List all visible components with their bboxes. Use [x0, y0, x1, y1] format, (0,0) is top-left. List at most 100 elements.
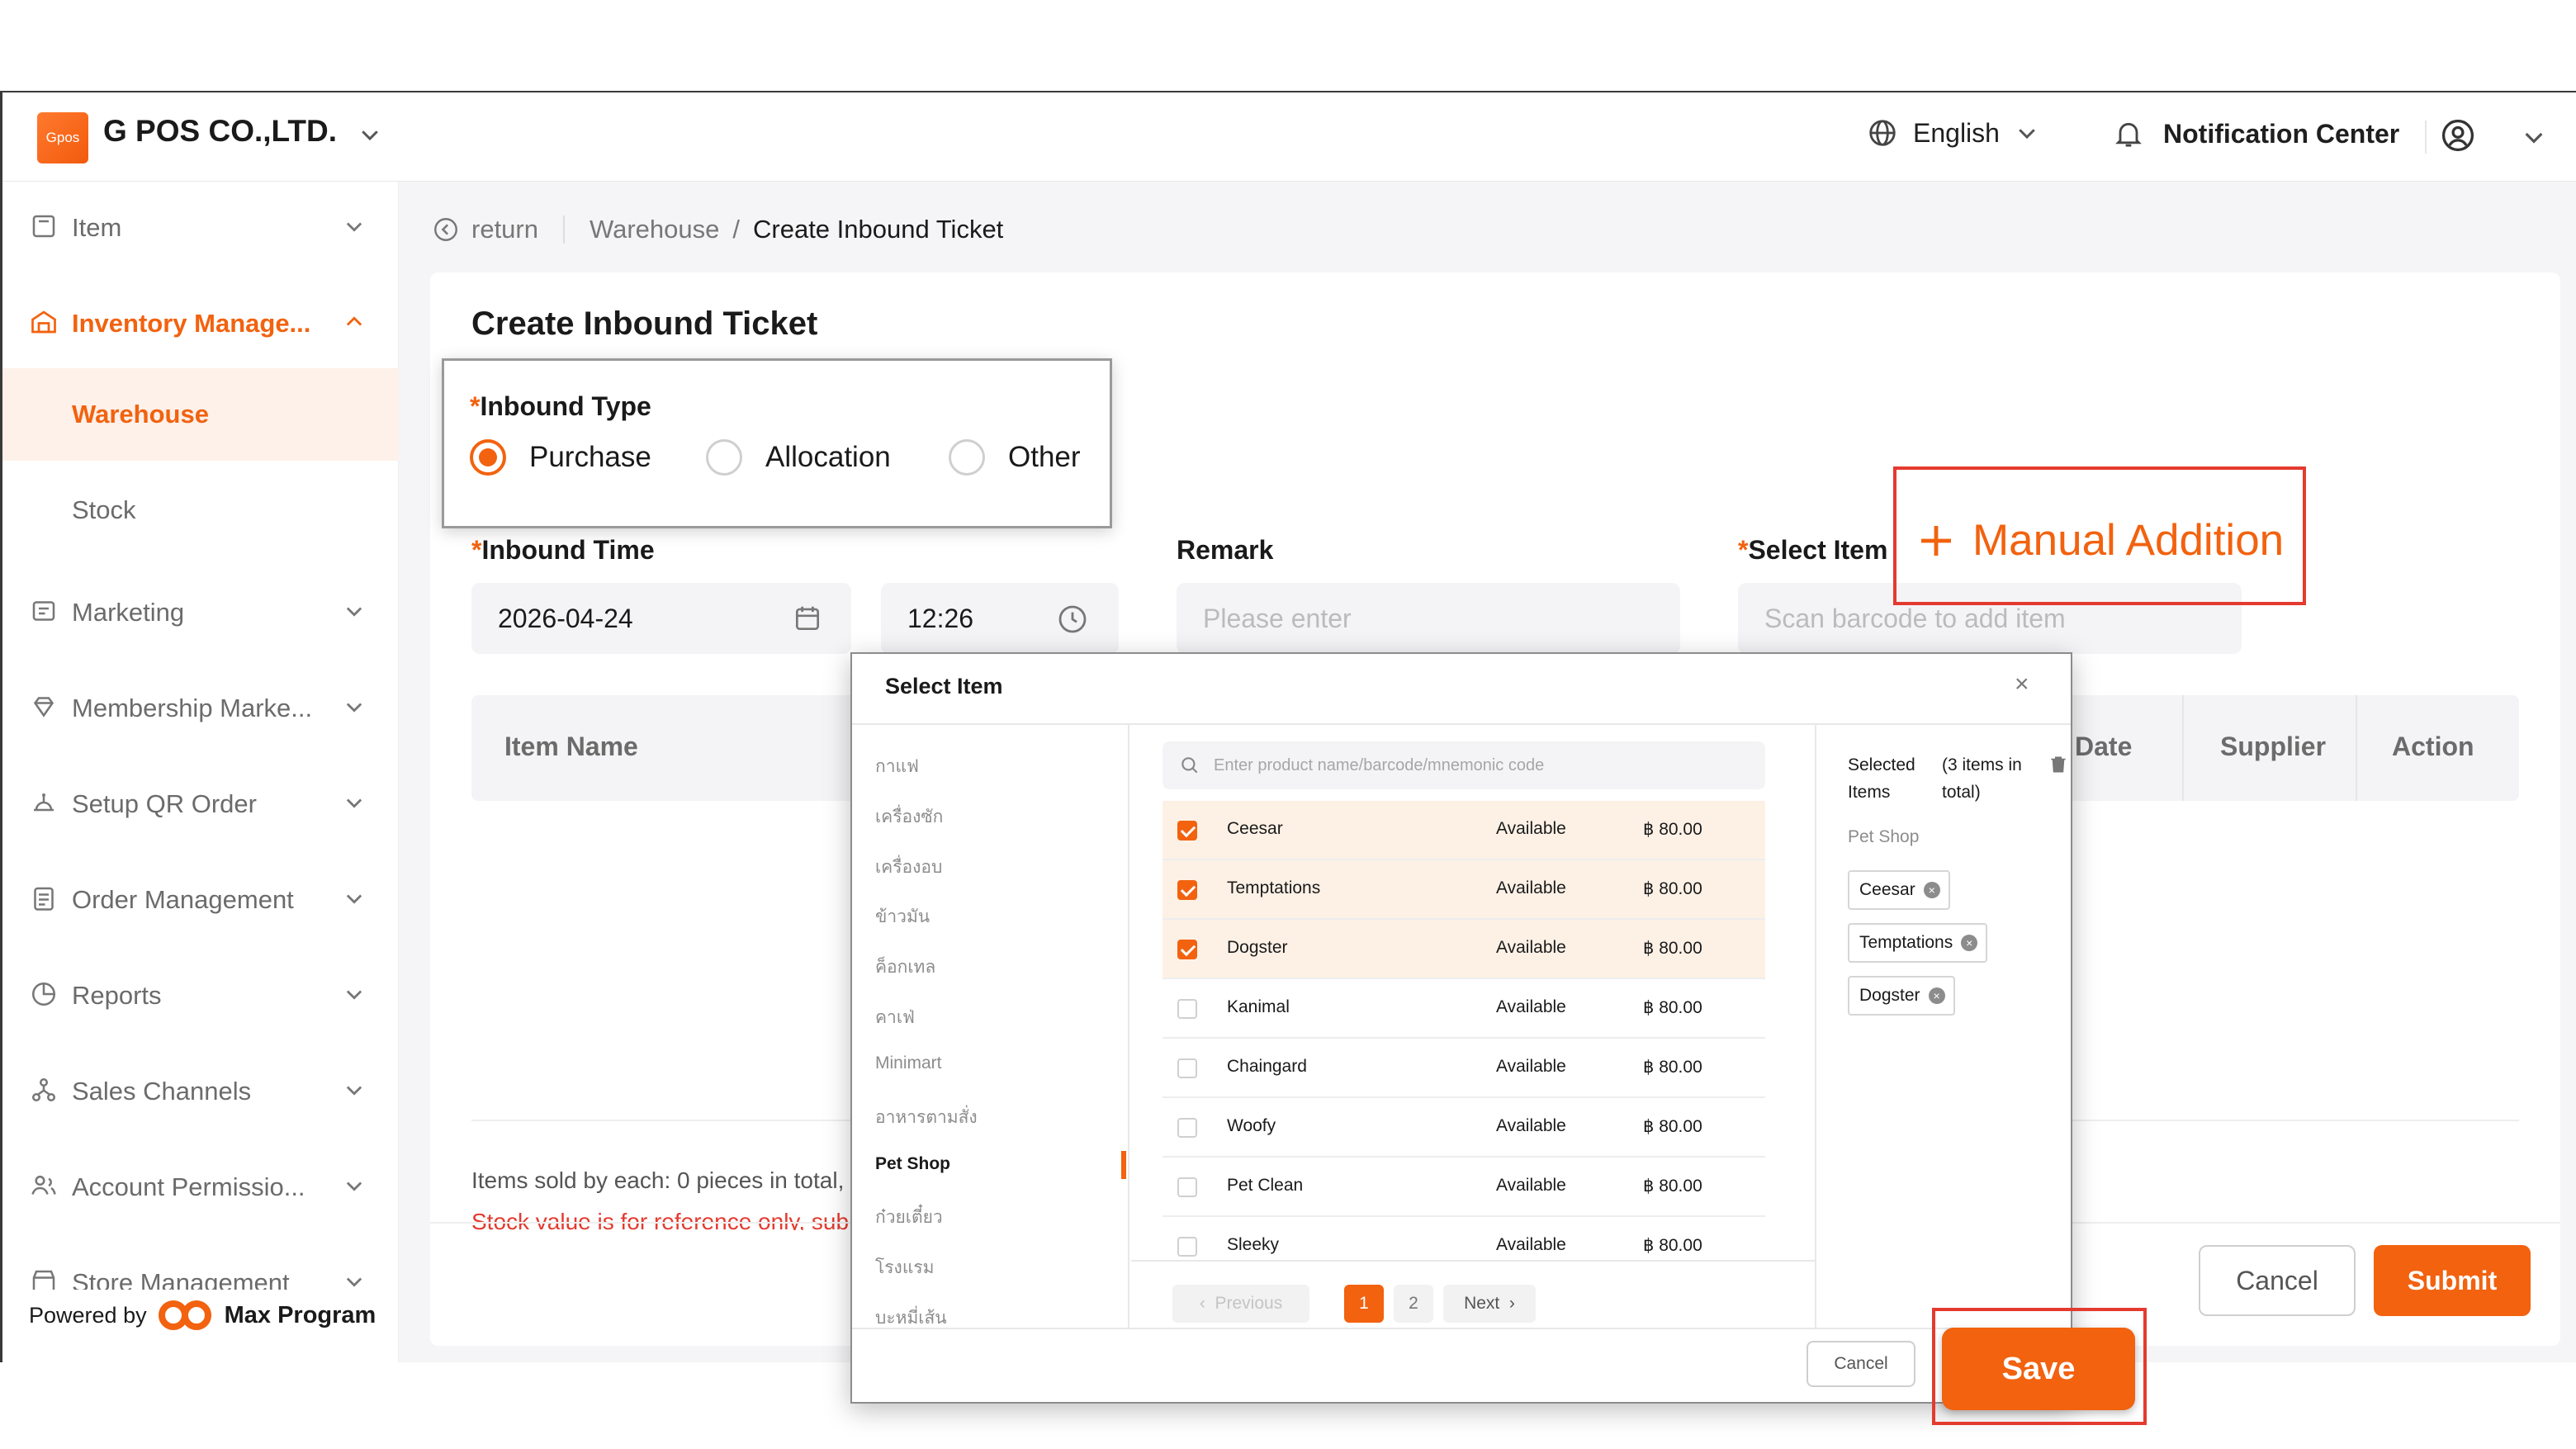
table-row[interactable]: Ceesar Available ฿ 80.00 [1163, 801, 1765, 860]
radio-allocation[interactable]: Allocation [706, 439, 891, 476]
page-title: Create Inbound Ticket [471, 305, 818, 342]
remove-tag-icon[interactable]: × [1928, 987, 1945, 1004]
pagination-page-1[interactable]: 1 [1344, 1285, 1384, 1323]
remark-label: Remark [1177, 535, 1274, 565]
item-price: ฿ 80.00 [1643, 998, 1702, 1017]
item-status: Available [1496, 997, 1566, 1016]
modal-cancel-button[interactable]: Cancel [1807, 1341, 1915, 1387]
pagination-previous[interactable]: ‹ Previous [1172, 1285, 1309, 1323]
category-item[interactable]: ก๋วยเตี๋ยว [875, 1204, 943, 1231]
marketing-icon [32, 601, 55, 621]
company-name[interactable]: G POS CO.,LTD. [103, 114, 337, 149]
sidebar-item-store-management[interactable]: Store Management [2, 1237, 399, 1290]
trash-icon[interactable] [2048, 753, 2069, 776]
table-row[interactable]: Woofy Available ฿ 80.00 [1163, 1098, 1765, 1158]
item-price: ฿ 80.00 [1643, 939, 1702, 958]
sidebar-item-account-permission[interactable]: Account Permissio... [2, 1141, 399, 1232]
sidebar-item-order-management[interactable]: Order Management [2, 854, 399, 945]
category-item[interactable]: บะหมี่เส้น [875, 1305, 947, 1328]
sidebar-item-label: Setup QR Order [72, 789, 257, 818]
sidebar-subitem-label: Stock [72, 495, 136, 524]
category-item[interactable]: อาหารตามสั่ง [875, 1104, 978, 1131]
category-item-active[interactable]: Pet Shop [875, 1154, 950, 1174]
sidebar-subitem-stock[interactable]: Stock [2, 464, 399, 556]
remove-tag-icon[interactable]: × [1923, 882, 1940, 898]
search-icon [1181, 757, 1198, 774]
sidebar-item-qr-order[interactable]: Setup QR Order [2, 758, 399, 849]
return-link[interactable]: return [471, 215, 538, 244]
time-input[interactable]: 12:26 [881, 583, 1119, 654]
language-selector[interactable]: English [1867, 117, 2039, 149]
plus-icon [1921, 525, 1951, 556]
radio-purchase[interactable]: Purchase [470, 439, 651, 476]
chevron-down-icon[interactable] [358, 122, 382, 147]
th-divider [2182, 695, 2184, 801]
checkbox-icon[interactable] [1177, 1177, 1197, 1197]
sidebar-item-item[interactable]: Item [2, 182, 399, 272]
inbound-time-label: *Inbound Time [471, 535, 655, 565]
chevron-down-icon [346, 1086, 362, 1096]
sidebar-subitem-warehouse[interactable]: Warehouse [2, 368, 399, 461]
chevron-down-icon [346, 703, 362, 713]
save-button[interactable]: Save [1942, 1328, 2135, 1410]
checkbox-icon[interactable] [1177, 1118, 1197, 1138]
breadcrumb: return Warehouse / Create Inbound Ticket [432, 215, 1003, 244]
pagination-divider [1131, 1260, 1815, 1262]
category-item[interactable]: ค็อกเทล [875, 954, 935, 981]
chevron-down-icon[interactable] [2521, 124, 2547, 150]
th-action: Action [2392, 732, 2474, 761]
category-item[interactable]: ข้าวมัน [875, 903, 930, 930]
item-name: Ceesar [1227, 819, 1283, 838]
date-input[interactable]: 2026-04-24 [471, 583, 851, 654]
item-name: Kanimal [1227, 997, 1290, 1016]
item-status: Available [1496, 1176, 1566, 1195]
close-icon[interactable]: × [2015, 670, 2029, 698]
chevron-down-icon [346, 607, 362, 617]
category-item[interactable]: คาเฟ่ [875, 1004, 915, 1031]
category-item[interactable]: Minimart [875, 1054, 942, 1073]
checkbox-checked-icon[interactable] [1177, 940, 1197, 959]
calendar-icon [795, 606, 820, 631]
checkbox-icon[interactable] [1177, 999, 1197, 1019]
select-item-modal: Select Item × กาแฟ เครื่องซัก เครื่องอบ … [850, 652, 2072, 1404]
order-icon [34, 887, 54, 911]
category-item[interactable]: กาแฟ [875, 753, 919, 780]
notification-center[interactable]: Notification Center [2112, 117, 2399, 150]
radio-other[interactable]: Other [949, 439, 1081, 476]
back-circle-icon[interactable] [432, 215, 460, 244]
checkbox-checked-icon[interactable] [1177, 880, 1197, 900]
table-row[interactable]: Kanimal Available ฿ 80.00 [1163, 979, 1765, 1039]
sidebar-item-sales-channels[interactable]: Sales Channels [2, 1045, 399, 1136]
breadcrumb-warehouse[interactable]: Warehouse [590, 215, 719, 244]
submit-button[interactable]: Submit [2374, 1245, 2531, 1316]
radio-label: Allocation [765, 441, 891, 473]
remove-tag-icon[interactable]: × [1961, 935, 1978, 951]
membership-icon [33, 697, 54, 717]
table-row[interactable]: Temptations Available ฿ 80.00 [1163, 860, 1765, 920]
sales-channels-icon [31, 1077, 56, 1102]
table-row[interactable]: Pet Clean Available ฿ 80.00 [1163, 1158, 1765, 1217]
cancel-button[interactable]: Cancel [2199, 1245, 2356, 1316]
table-row[interactable]: Dogster Available ฿ 80.00 [1163, 920, 1765, 979]
category-item[interactable]: เครื่องอบ [875, 854, 942, 881]
checkbox-icon[interactable] [1177, 1237, 1197, 1257]
remark-input[interactable]: Please enter [1177, 583, 1680, 654]
sidebar-item-marketing[interactable]: Marketing [2, 566, 399, 657]
table-row[interactable]: Chaingard Available ฿ 80.00 [1163, 1039, 1765, 1098]
table-row[interactable]: Sleeky Available ฿ 80.00 [1163, 1217, 1765, 1260]
manual-addition-button[interactable]: Manual Addition [1916, 515, 2284, 566]
pagination-next[interactable]: Next › [1443, 1285, 1536, 1323]
time-value: 12:26 [907, 604, 974, 633]
sidebar-item-membership[interactable]: Membership Marke... [2, 662, 399, 753]
sidebar-item-reports[interactable]: Reports [2, 949, 399, 1040]
chevron-down-icon [346, 990, 362, 1000]
category-item[interactable]: เครื่องซัก [875, 803, 943, 831]
pagination-page-2[interactable]: 2 [1394, 1285, 1433, 1323]
header-divider [2425, 121, 2427, 154]
checkbox-checked-icon[interactable] [1177, 821, 1197, 841]
sidebar-item-inventory[interactable]: Inventory Manage... [2, 277, 399, 368]
category-item[interactable]: โรงแรม [875, 1254, 934, 1281]
user-avatar-icon[interactable] [2440, 117, 2476, 154]
checkbox-icon[interactable] [1177, 1058, 1197, 1078]
product-search-input[interactable]: Enter product name/barcode/mnemonic code [1163, 741, 1765, 789]
